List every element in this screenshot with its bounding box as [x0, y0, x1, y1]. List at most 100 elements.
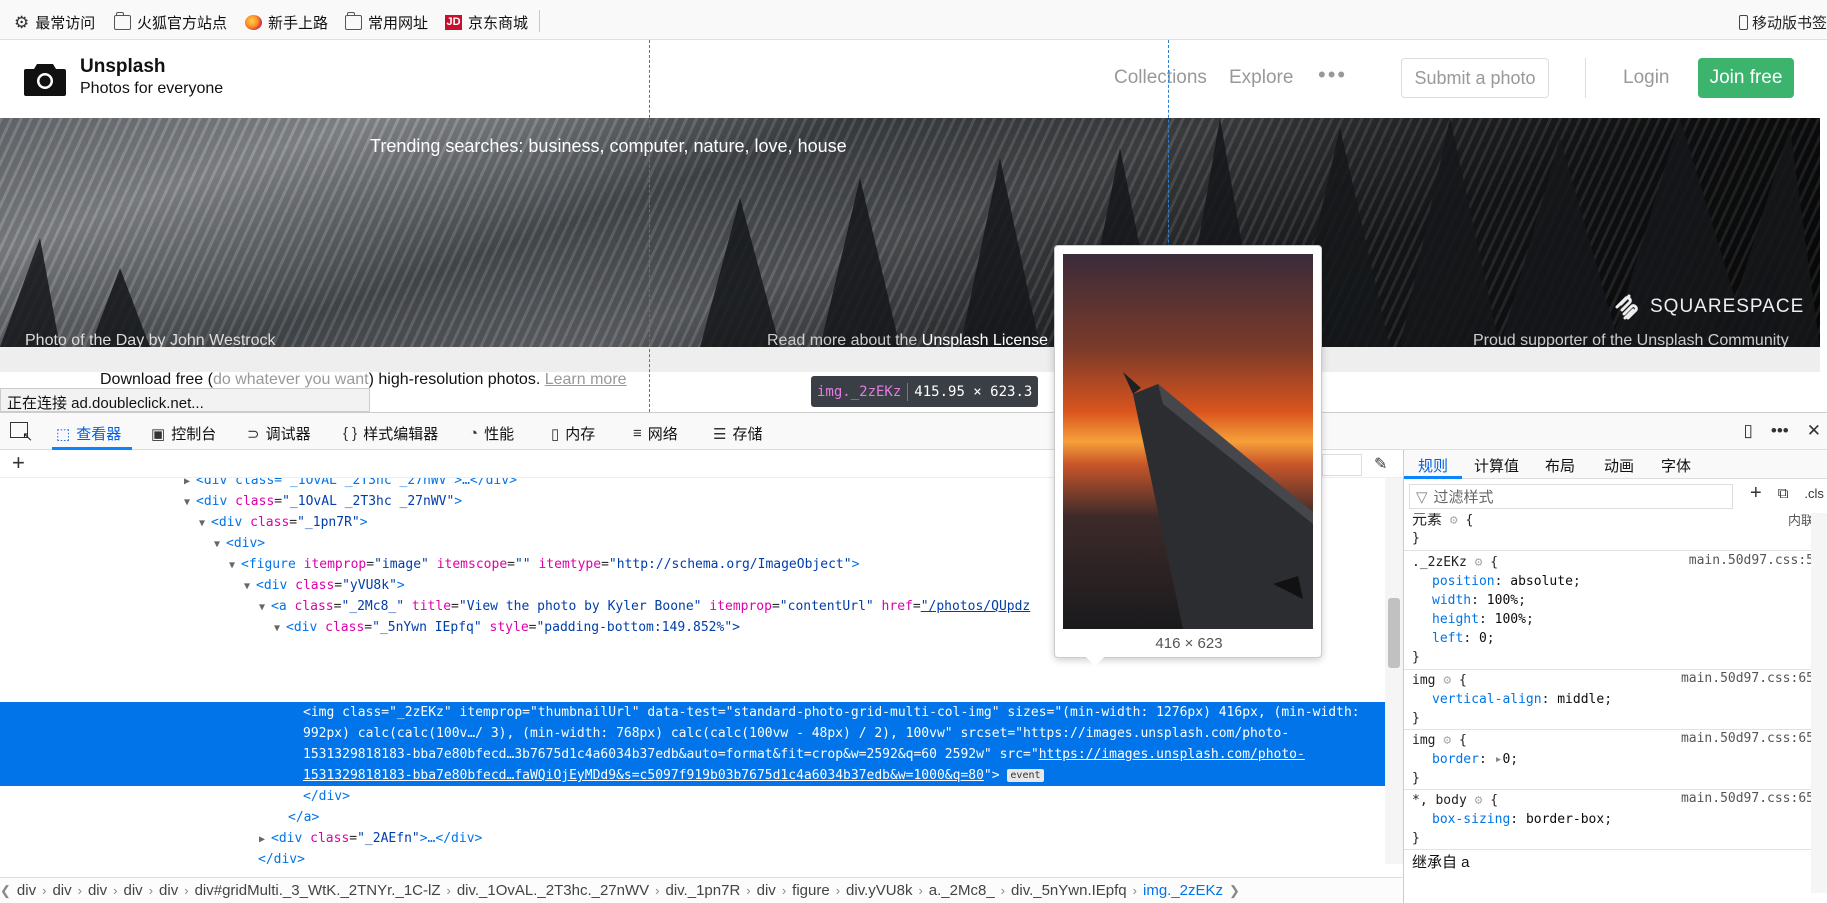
src-link[interactable]: https://images.unsplash.com/photo-	[1039, 747, 1305, 762]
license-link[interactable]: Unsplash License	[922, 332, 1048, 347]
rule-declaration[interactable]: box-sizing: border-box;	[1432, 810, 1612, 829]
tab-storage[interactable]: ☰ 存储	[713, 423, 762, 444]
markup-node[interactable]: ▶ <div class="_2AEfn">…</div>	[0, 828, 1385, 849]
expand-arrow-icon[interactable]: ▶	[184, 478, 196, 492]
breadcrumb-item[interactable]: div._1pn7R	[660, 882, 747, 899]
filter-styles-input[interactable]: ▽ 过滤样式	[1409, 484, 1733, 509]
eyedropper-icon[interactable]: ✎	[1374, 454, 1387, 474]
rule-source[interactable]: main.50d97.css:65	[1681, 731, 1814, 746]
expand-arrow-icon[interactable]: ▶	[259, 829, 271, 850]
bookmark-jd[interactable]: JD 京东商城	[445, 12, 528, 32]
add-node-icon[interactable]: +	[12, 450, 25, 476]
tab-animations[interactable]: 动画	[1604, 455, 1634, 476]
rule-declaration[interactable]: vertical-align: middle;	[1432, 690, 1612, 709]
tab-fonts[interactable]: 字体	[1661, 455, 1691, 476]
breadcrumb-item[interactable]: a._2Mc8_	[923, 882, 1001, 899]
breadcrumb-item[interactable]: div	[82, 882, 113, 899]
selected-node-img[interactable]: <img class="_2zEKz" itemprop="thumbnailU…	[0, 702, 1385, 786]
more-menu-icon[interactable]: •••	[1318, 62, 1347, 88]
submit-photo-button[interactable]: Submit a photo	[1401, 58, 1549, 98]
src-link[interactable]: 1531329818183-bba7e80bfecd…faWQiOjEyMDd9…	[303, 768, 984, 783]
mobile-bookmarks[interactable]: 移动版书签	[1738, 12, 1827, 33]
rule-source[interactable]: main.50d97.css:65	[1681, 791, 1814, 806]
breadcrumb-item[interactable]: figure	[786, 882, 836, 899]
breadcrumb-item[interactable]: div.yVU8k	[840, 882, 918, 899]
tab-layout[interactable]: 布局	[1545, 455, 1575, 476]
rule-selector[interactable]: ._2zEKz	[1412, 555, 1467, 570]
nav-explore[interactable]: Explore	[1229, 67, 1293, 89]
close-icon[interactable]: ✕	[1807, 421, 1821, 441]
markup-close-tag[interactable]: </a>	[0, 807, 1385, 828]
breadcrumb-item[interactable]: div	[751, 882, 782, 899]
cls-toggle[interactable]: .cls	[1804, 486, 1824, 501]
attr-value-link[interactable]: "/photos/QUpdz	[921, 599, 1031, 614]
breadcrumb-item[interactable]: div._1OvAL._2T3hc._27nWV	[451, 882, 655, 899]
camera-logo-icon[interactable]	[24, 62, 66, 96]
markup-search-input[interactable]	[1322, 454, 1362, 476]
breadcrumb-item[interactable]: div	[153, 882, 184, 899]
breadcrumb-scroll-left-icon[interactable]: ❮	[0, 883, 11, 899]
breadcrumb-item[interactable]: div	[46, 882, 77, 899]
collapse-arrow-icon[interactable]: ▼	[214, 534, 226, 555]
tab-computed[interactable]: 计算值	[1474, 455, 1519, 476]
collapse-arrow-icon[interactable]: ▼	[244, 576, 256, 597]
dock-icon[interactable]: ▯	[1744, 421, 1753, 441]
gear-icon[interactable]: ⚙	[1475, 793, 1483, 808]
rule-source[interactable]: main.50d97.css:65	[1681, 671, 1814, 686]
gear-icon[interactable]: ⚙	[1450, 513, 1458, 528]
rules-scrollbar[interactable]	[1811, 513, 1827, 893]
sponsor-logo[interactable]: SQUARESPACE	[1612, 294, 1804, 320]
breadcrumb-item[interactable]: div	[118, 882, 149, 899]
breadcrumb-item[interactable]: div._5nYwn.IEpfq	[1005, 882, 1133, 899]
rule-declaration[interactable]: border: ▸0;	[1432, 750, 1518, 769]
collapse-arrow-icon[interactable]: ▼	[229, 555, 241, 576]
tab-network[interactable]: ≡ 网络	[633, 423, 678, 444]
bookmark-firefox-sites[interactable]: 火狐官方站点	[114, 11, 227, 32]
more-options-icon[interactable]: •••	[1771, 421, 1789, 441]
markup-close-tag[interactable]: </div>	[0, 786, 1385, 807]
element-picker-icon[interactable]	[10, 422, 33, 445]
breadcrumb-item[interactable]: div#gridMulti._3_WtK._2TNYr._1C-lZ	[189, 882, 447, 899]
gear-icon[interactable]: ⚙	[1443, 673, 1451, 688]
gear-icon[interactable]: ⚙	[1475, 555, 1483, 570]
tab-performance[interactable]: ◔ 性能	[469, 423, 514, 444]
trending-terms[interactable]: business, computer, nature, love, house	[523, 136, 846, 156]
tab-style-editor[interactable]: { } 样式编辑器	[343, 423, 438, 444]
bookmark-getting-started[interactable]: 新手上路	[245, 12, 328, 32]
rule-declaration[interactable]: position: absolute;	[1432, 572, 1581, 591]
scrollbar-thumb[interactable]	[1388, 598, 1400, 668]
collapse-arrow-icon[interactable]: ▼	[199, 513, 211, 534]
learn-more-link[interactable]: Learn more	[545, 371, 627, 388]
markup-scrollbar[interactable]	[1385, 478, 1403, 864]
login-link[interactable]: Login	[1623, 67, 1670, 89]
rule-declaration[interactable]: height: 100%;	[1432, 610, 1534, 629]
rule-declaration[interactable]: left: 0;	[1432, 629, 1495, 648]
bookmark-most-visited[interactable]: ⚙ 最常访问	[14, 12, 95, 32]
tab-inspector[interactable]: ⬚ 查看器	[56, 423, 121, 444]
add-rule-icon[interactable]: +	[1750, 482, 1762, 505]
tab-rules[interactable]: 规则	[1418, 455, 1448, 476]
breadcrumb-scroll-right-icon[interactable]: ❯	[1229, 883, 1240, 899]
brand-name[interactable]: Unsplash	[80, 56, 166, 78]
toggle-pseudo-icon[interactable]: ⧉	[1778, 485, 1789, 502]
photo-of-day-author[interactable]: John Westrock	[170, 332, 276, 347]
rule-selector[interactable]: *, body	[1412, 793, 1467, 808]
event-badge[interactable]: event	[1007, 769, 1044, 782]
photo-of-the-day[interactable]: Photo of the Day by John Westrock	[25, 332, 276, 347]
nav-collections[interactable]: Collections	[1114, 67, 1207, 89]
rule-selector[interactable]: img	[1412, 733, 1435, 748]
join-free-button[interactable]: Join free	[1698, 58, 1794, 98]
tab-memory[interactable]: ▯ 内存	[551, 423, 595, 444]
tab-debugger[interactable]: ⊃ 调试器	[247, 423, 311, 444]
rule-selector[interactable]: img	[1412, 673, 1435, 688]
breadcrumb-item[interactable]: img._2zEKz	[1137, 882, 1229, 899]
collapse-arrow-icon[interactable]: ▼	[184, 492, 196, 513]
breadcrumb-item[interactable]: div	[11, 882, 42, 899]
collapse-arrow-icon[interactable]: ▼	[259, 597, 271, 618]
bookmark-common-sites[interactable]: 常用网址	[345, 11, 428, 32]
tab-console[interactable]: ▣ 控制台	[151, 423, 216, 444]
markup-close-tag[interactable]: </div>	[0, 849, 1385, 864]
rule-declaration[interactable]: width: 100%;	[1432, 591, 1526, 610]
gear-icon[interactable]: ⚙	[1443, 733, 1451, 748]
collapse-arrow-icon[interactable]: ▼	[274, 618, 286, 639]
